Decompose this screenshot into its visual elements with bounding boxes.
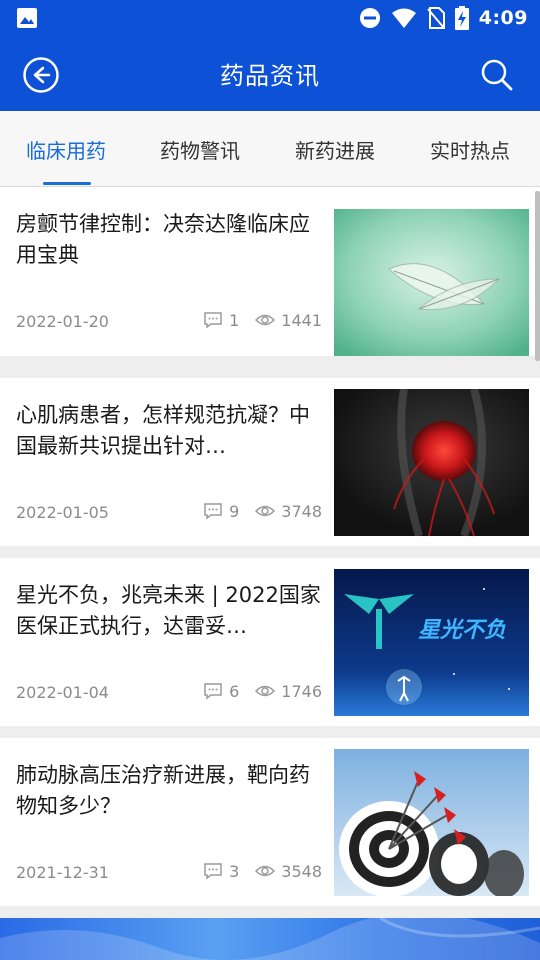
article-card[interactable]: 心肌病患者，怎样规范抗凝？中国最新共识提出针对… 2022-01-05 9 37… <box>0 378 540 546</box>
page-title: 药品资讯 <box>220 62 320 90</box>
tab-clinical-medication[interactable]: 临床用药 <box>26 135 106 164</box>
article-date: 2022-01-04 <box>16 683 109 702</box>
eye-icon <box>255 505 276 517</box>
article-title: 心肌病患者，怎样规范抗凝？中国最新共识提出针对… <box>16 403 310 458</box>
bottom-banner[interactable] <box>0 918 540 960</box>
view-count: 1441 <box>281 310 322 330</box>
tab-new-drug-progress[interactable]: 新药进展 <box>295 135 375 164</box>
view-count: 3548 <box>281 861 322 881</box>
tab-hot-topics[interactable]: 实时热点 <box>430 135 510 164</box>
comment-icon <box>204 312 222 329</box>
article-stats: 1 1441 <box>200 309 322 331</box>
article-title: 星光不负，兆亮未来 | 2022国家医保正式执行，达雷妥… <box>16 583 321 638</box>
article-thumbnail-heart <box>334 389 529 536</box>
comment-icon <box>204 683 222 700</box>
article-card[interactable]: 房颤节律控制：决奈达隆临床应用宝典 2022-01-20 1 1441 <box>0 187 540 356</box>
comment-count: 3 <box>229 861 240 881</box>
app-header: 4:09 药品资讯 <box>0 0 540 111</box>
eye-icon <box>255 685 276 697</box>
no-sim-icon <box>426 7 445 29</box>
tab-drug-alerts[interactable]: 药物警讯 <box>160 135 240 164</box>
view-count: 3748 <box>281 501 322 521</box>
status-bar: 4:09 <box>0 0 540 36</box>
battery-charging-icon <box>454 6 469 30</box>
view-count: 1746 <box>281 681 322 701</box>
article-title: 房颤节律控制：决奈达隆临床应用宝典 <box>16 212 310 267</box>
article-list[interactable]: 房颤节律控制：决奈达隆临床应用宝典 2022-01-20 1 1441 心肌病患… <box>0 187 540 960</box>
comment-icon <box>204 503 222 520</box>
comment-count: 9 <box>229 501 240 521</box>
article-title: 肺动脉高压治疗新进展，靶向药物知多少？ <box>16 763 310 818</box>
category-tabs: 临床用药 药物警讯 新药进展 实时热点 <box>0 111 540 187</box>
comment-icon <box>204 863 222 880</box>
article-thumbnail-stars: 星光不负 <box>334 569 529 716</box>
article-date: 2022-01-05 <box>16 503 109 522</box>
thumbnail-text: 星光不负 <box>418 617 506 642</box>
active-tab-indicator <box>43 182 91 185</box>
eye-icon <box>255 314 276 326</box>
image-icon <box>17 8 37 28</box>
do-not-disturb-icon <box>359 8 380 28</box>
wifi-icon <box>391 8 416 28</box>
article-card[interactable]: 星光不负，兆亮未来 | 2022国家医保正式执行，达雷妥… 2022-01-04… <box>0 558 540 726</box>
article-stats: 6 1746 <box>200 680 322 702</box>
eye-icon <box>255 865 276 877</box>
search-icon[interactable] <box>480 58 514 92</box>
article-card[interactable]: 肺动脉高压治疗新进展，靶向药物知多少？ 2021-12-31 3 3548 <box>0 738 540 906</box>
article-date: 2021-12-31 <box>16 863 109 882</box>
scrollbar[interactable] <box>535 191 540 361</box>
article-thumbnail-target <box>334 749 529 896</box>
toolbar: 药品资讯 <box>0 36 540 111</box>
comment-count: 1 <box>229 310 240 330</box>
article-thumbnail-leaf <box>334 209 529 356</box>
article-stats: 9 3748 <box>200 500 322 522</box>
status-time: 4:09 <box>478 7 528 29</box>
article-stats: 3 3548 <box>200 860 322 882</box>
comment-count: 6 <box>229 681 240 701</box>
article-date: 2022-01-20 <box>16 312 109 331</box>
